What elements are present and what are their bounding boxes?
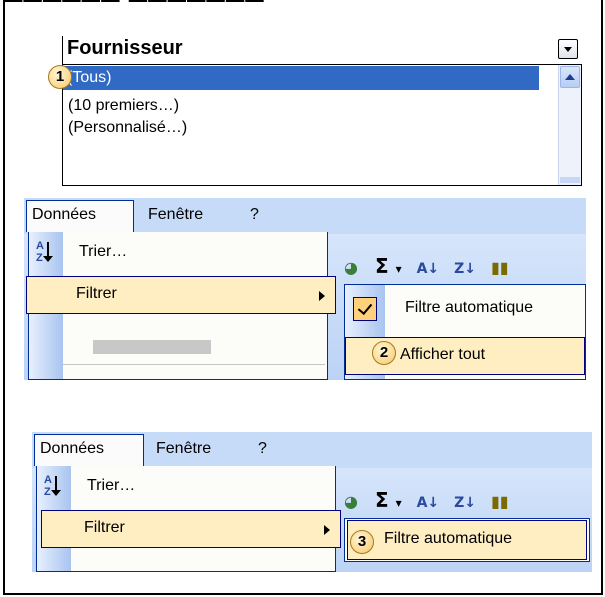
step-badge-3: 3 [350,530,374,554]
list-item[interactable]: (Personnalisé…) [68,117,187,139]
menu-item-trier[interactable]: AZ Trier… [29,234,327,272]
list-item-label: (Tous) [67,69,112,86]
sort-ascending-icon: AZ [43,474,69,500]
column-header: Fournisseur [62,36,582,64]
submenu-arrow-icon [319,291,325,301]
submenu-item-label: Filtre automatique [384,530,513,547]
menu-item-filtrer[interactable]: Filtrer [26,276,336,314]
filtrer-submenu: Filtre automatique [344,518,590,562]
sort-ascending-icon: AZ [35,240,61,266]
chevron-down-icon[interactable]: ▾ [396,496,402,510]
chevron-down-icon[interactable] [558,39,578,59]
menu-item-filtrer[interactable]: Filtrer [41,510,341,548]
autofilter-dropdown-panel: Fournisseur (Tous) (10 premiers…) (Perso… [62,36,582,186]
list-item[interactable]: (10 premiers…) [68,95,179,117]
chevron-down-icon[interactable]: ▾ [396,262,402,276]
menu-donnees[interactable]: Données [40,440,104,458]
menu-item-label: Filtrer [76,285,117,302]
column-header-label: Fournisseur [67,37,183,59]
chart-icon[interactable]: ▮▮ [491,492,509,511]
globe-icon[interactable]: ◕ [344,258,358,277]
sort-ascending-icon[interactable]: A↓ [417,261,440,277]
menu-panel-autofilter: Données Fenêtre ? AZ Trier… Filtrer ◕ Σ … [32,432,592,572]
chart-icon[interactable]: ▮▮ [491,258,509,277]
menu-fenetre[interactable]: Fenêtre [156,440,211,458]
disabled-menu-item [93,340,211,354]
toolbar-icons: ◕ Σ ▾ A↓ Z↓ ▮▮ [344,254,509,278]
scrollbar-thumb[interactable] [560,177,580,183]
sort-descending-icon[interactable]: Z↓ [454,261,476,277]
filter-list: (Tous) (10 premiers…) (Personnalisé…) [62,64,582,186]
submenu-item-filtre-automatique[interactable]: Filtre automatique [347,520,587,560]
step-badge-1: 1 [48,65,72,89]
step-badge-2: 2 [372,341,396,365]
sort-ascending-icon[interactable]: A↓ [417,495,440,511]
donnees-menu: AZ Trier… Filtrer [36,466,341,572]
filtrer-submenu: Filtre automatique Afficher tout [344,284,586,380]
menu-item-label: Filtrer [84,519,125,536]
submenu-item-label: Filtre automatique [405,299,534,316]
menu-donnees[interactable]: Données [32,206,96,224]
submenu-item-filtre-automatique[interactable]: Filtre automatique [345,291,585,329]
menu-panel-show-all: Données Fenêtre ? AZ Trier… Filtrer ◕ Σ … [24,198,586,380]
menu-help[interactable]: ? [250,206,259,224]
menu-item-trier[interactable]: AZ Trier… [37,468,335,506]
menubar: Données Fenêtre ? [24,198,586,234]
scroll-up-icon[interactable] [560,66,580,88]
donnees-menu: AZ Trier… Filtrer [26,232,336,380]
menu-fenetre[interactable]: Fenêtre [148,206,203,224]
sort-descending-icon[interactable]: Z↓ [454,495,476,511]
scrollbar[interactable] [558,65,581,185]
toolbar-icons: ◕ Σ ▾ A↓ Z↓ ▮▮ [344,488,509,512]
submenu-arrow-icon [324,525,330,535]
sum-icon[interactable]: Σ [375,488,389,512]
globe-icon[interactable]: ◕ [344,492,358,511]
submenu-item-label: Afficher tout [400,346,486,363]
menu-help[interactable]: ? [258,440,267,458]
menu-item-label: Trier… [79,243,128,260]
menu-item-label: Trier… [87,477,136,494]
sum-icon[interactable]: Σ [375,254,389,278]
menubar: Données Fenêtre ? [32,432,592,468]
list-item-selected[interactable]: (Tous) [63,66,539,90]
checkmark-icon [353,297,377,321]
